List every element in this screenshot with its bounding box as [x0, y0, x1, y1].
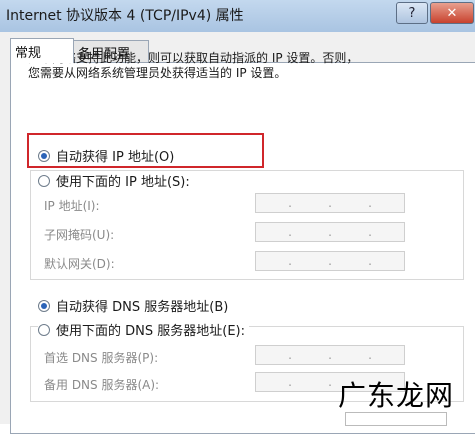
default-gateway-label: 默认网关(D):: [44, 257, 115, 271]
tcpip-properties-dialog: Internet 协议版本 4 (TCP/IPv4) 属性 ? ✕ 常规 备用配…: [0, 0, 475, 434]
manual-ip-label: 使用下面的 IP 地址(S):: [56, 175, 190, 190]
manual-dns-radio[interactable]: 使用下面的 DNS 服务器地址(E):: [38, 320, 249, 339]
alternate-dns-label: 备用 DNS 服务器(A):: [44, 378, 160, 392]
radio-unselected-icon: [38, 174, 50, 187]
auto-ip-label: 自动获得 IP 地址(O): [56, 150, 175, 165]
tab-general-label: 常规: [15, 45, 42, 61]
ip-address-label: IP 地址(I):: [44, 199, 100, 213]
manual-dns-label: 使用下面的 DNS 服务器地址(E):: [56, 324, 245, 339]
tab-general[interactable]: 常规: [10, 38, 74, 63]
subnet-mask-field[interactable]: ...: [255, 222, 405, 242]
auto-dns-radio[interactable]: 自动获得 DNS 服务器地址(B): [38, 296, 228, 315]
description-line: 如果网络支持此功能，则可以获取自动指派的 IP 设置。否则，: [28, 51, 359, 65]
default-gateway-field[interactable]: ...: [255, 251, 405, 271]
auto-dns-label: 自动获得 DNS 服务器地址(B): [56, 300, 229, 315]
radio-selected-icon: [38, 149, 50, 162]
description-text: 如果网络支持此功能，则可以获取自动指派的 IP 设置。否则， 您需要从网络系统管…: [28, 51, 358, 81]
radio-unselected-icon: [38, 323, 50, 336]
description-line: 您需要从网络系统管理员处获得适当的 IP 设置。: [28, 66, 287, 80]
ip-address-field[interactable]: ...: [255, 193, 405, 213]
auto-ip-radio[interactable]: 自动获得 IP 地址(O): [38, 146, 174, 165]
preferred-dns-field[interactable]: ...: [255, 345, 405, 365]
subnet-mask-label: 子网掩码(U):: [44, 228, 115, 242]
manual-ip-radio[interactable]: 使用下面的 IP 地址(S):: [38, 171, 194, 190]
title-bar: Internet 协议版本 4 (TCP/IPv4) 属性 ? ✕: [0, 0, 475, 33]
window-title: Internet 协议版本 4 (TCP/IPv4) 属性: [6, 8, 244, 24]
help-button[interactable]: ?: [396, 2, 428, 24]
close-button[interactable]: ✕: [430, 2, 474, 24]
preferred-dns-label: 首选 DNS 服务器(P):: [44, 351, 159, 365]
watermark-text: 广东龙网: [338, 379, 455, 412]
radio-selected-icon: [38, 299, 50, 312]
